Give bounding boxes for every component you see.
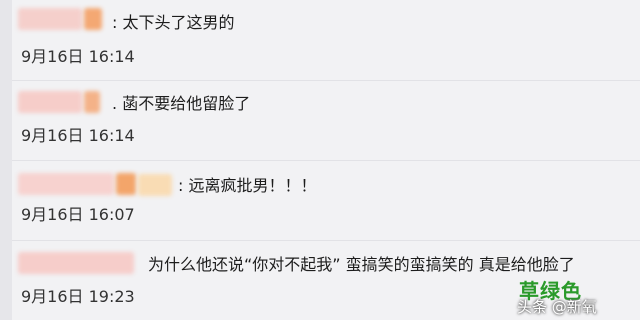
comment-body: 菡不要给他留脸了 (122, 94, 251, 113)
comment-prefix: : (112, 13, 118, 32)
comment-time: 9月16日 16:14 (21, 126, 135, 145)
blurred-username (18, 252, 134, 274)
blurred-username (18, 173, 114, 195)
comment-body: 为什么他还说“你对不起我” 蛮搞笑的蛮搞笑的 真是给他脸了 (148, 255, 575, 274)
comment-text: . 菡不要给他留脸了 (112, 94, 250, 114)
blurred-username (84, 8, 102, 30)
blurred-username (116, 173, 136, 195)
comment-item: : 太下头了这男的 9月16日 16:14 (0, 0, 640, 81)
comment-time: 9月16日 16:14 (21, 47, 135, 66)
comment-left-strip (0, 0, 12, 80)
comment-left-strip (0, 160, 12, 240)
comment-item: . 菡不要给他留脸了 9月16日 16:14 (0, 80, 640, 161)
comment-text: : 远离疯批男！！！ (178, 176, 317, 196)
comment-left-strip (0, 80, 12, 160)
comment-time: 9月16日 16:07 (21, 205, 135, 224)
comment-body: 远离疯批男！！！ (188, 176, 317, 195)
blurred-username (18, 91, 82, 113)
comment-item: : 远离疯批男！！！ 9月16日 16:07 (0, 160, 640, 241)
comment-prefix: . (112, 94, 118, 113)
comment-text: : 太下头了这男的 (112, 13, 235, 33)
source-watermark: 头条 @新氧 (517, 298, 597, 316)
blurred-username (84, 91, 100, 113)
blurred-username (138, 174, 172, 196)
comment-text: 为什么他还说“你对不起我” 蛮搞笑的蛮搞笑的 真是给他脸了 (148, 255, 575, 275)
comment-left-strip (0, 240, 12, 320)
comment-time: 9月16日 19:23 (21, 287, 135, 306)
comment-prefix: : (178, 176, 184, 195)
blurred-username (18, 8, 82, 30)
comment-body: 太下头了这男的 (122, 13, 235, 32)
